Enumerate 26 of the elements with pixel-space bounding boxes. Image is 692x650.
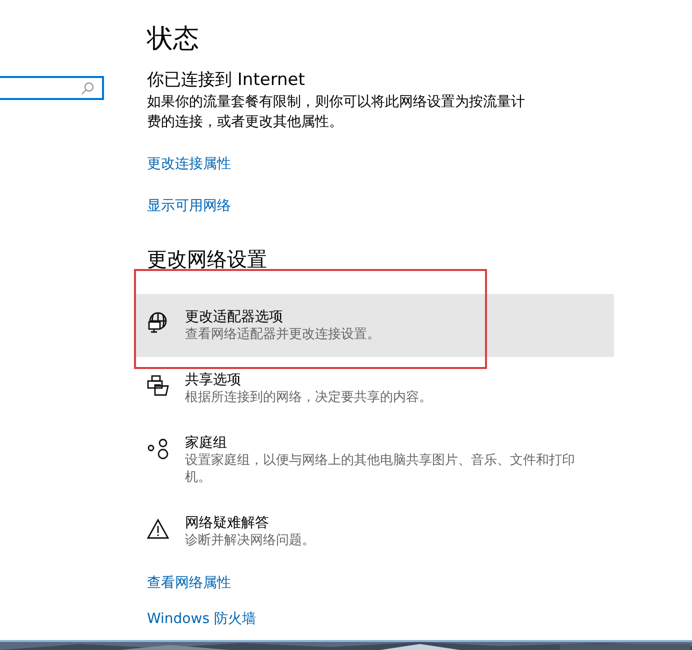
- settings-link[interactable]: Windows 防火墙: [147, 609, 256, 629]
- settings-link[interactable]: 更改连接属性: [147, 154, 231, 174]
- settings-item[interactable]: 家庭组 设置家庭组，以便与网络上的其他电脑共享图片、音乐、文件和打印机。: [134, 420, 614, 500]
- item-title: 更改适配器选项: [185, 308, 284, 326]
- status-description: 如果你的流量套餐有限制，则你可以将此网络设置为按流量计费的连接，或者更改其他属性。: [147, 93, 526, 132]
- settings-item[interactable]: 更改适配器选项 查看网络适配器并更改连接设置。: [134, 294, 614, 357]
- search-field[interactable]: [0, 76, 104, 100]
- item-title: 网络疑难解答: [185, 514, 270, 532]
- settings-link[interactable]: 查看网络属性: [147, 573, 231, 593]
- page-title: 状态: [147, 23, 199, 56]
- printer-folder-icon: [147, 375, 169, 397]
- settings-item[interactable]: 网络疑难解答 诊断并解决网络问题。: [134, 500, 614, 563]
- warning-icon: [147, 518, 169, 540]
- settings-link[interactable]: 显示可用网络: [147, 196, 231, 216]
- item-description: 诊断并解决网络问题。: [185, 532, 316, 549]
- homegroup-icon: [147, 438, 169, 460]
- item-title: 家庭组: [185, 434, 228, 452]
- settings-item[interactable]: 共享选项 根据所连接到的网络，决定要共享的内容。: [134, 357, 614, 420]
- item-description: 根据所连接到的网络，决定要共享的内容。: [185, 389, 433, 406]
- item-title: 共享选项: [185, 371, 242, 389]
- globe-monitor-icon: [147, 312, 169, 334]
- search-icon: [81, 82, 94, 94]
- item-description: 设置家庭组，以便与网络上的其他电脑共享图片、音乐、文件和打印机。: [185, 452, 576, 486]
- item-description: 查看网络适配器并更改连接设置。: [185, 326, 381, 343]
- section-heading: 更改网络设置: [147, 246, 267, 272]
- status-heading: 你已连接到 Internet: [147, 69, 305, 92]
